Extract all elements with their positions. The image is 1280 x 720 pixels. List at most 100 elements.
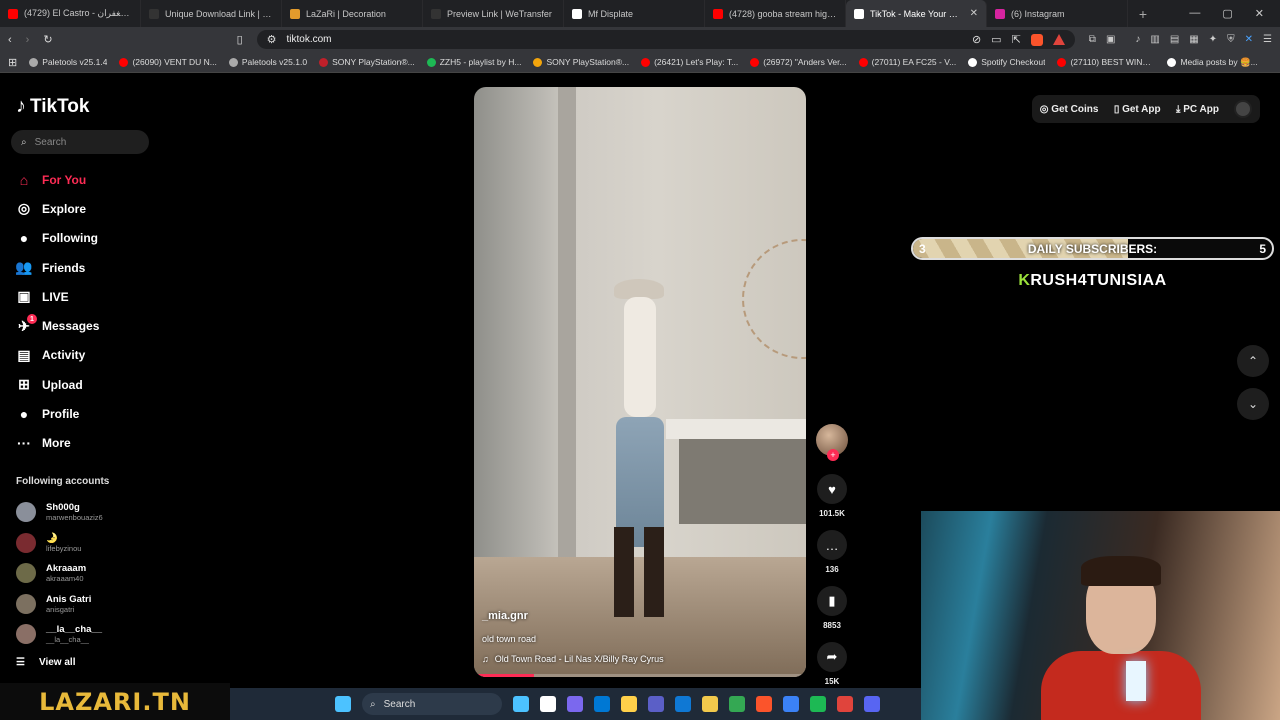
search-input[interactable]: ⌕ Search bbox=[11, 130, 149, 154]
video-progress-bar[interactable] bbox=[474, 674, 806, 677]
following-account-item[interactable]: __la__cha__ __la__cha__ bbox=[16, 619, 216, 650]
taskbar-app-icon[interactable] bbox=[783, 696, 799, 712]
close-tab-icon[interactable]: ✕ bbox=[970, 8, 978, 19]
bookmark-item[interactable]: (27011) EA FC25 - V... bbox=[858, 57, 956, 67]
minimize-button[interactable]: — bbox=[1189, 7, 1200, 20]
taskbar-app-icon[interactable] bbox=[540, 696, 556, 712]
apps-grid-icon[interactable]: ⊞ bbox=[8, 56, 17, 69]
taskbar-app-icon[interactable] bbox=[864, 696, 880, 712]
previous-video-button[interactable]: ⌃ bbox=[1237, 345, 1269, 377]
taskbar-app-icon[interactable] bbox=[837, 696, 853, 712]
bookmark-item[interactable]: SONY PlayStation®... bbox=[533, 57, 629, 67]
nav-item-for-you[interactable]: ⌂ For You bbox=[16, 165, 216, 194]
windows-start-icon[interactable] bbox=[335, 696, 351, 712]
profile-icon-browser[interactable]: ✕ bbox=[1245, 34, 1253, 45]
next-video-button[interactable]: ⌄ bbox=[1237, 388, 1269, 420]
nav-item-friends[interactable]: 👥 Friends bbox=[15, 253, 216, 282]
video-username[interactable]: _mia.gnr bbox=[482, 610, 782, 622]
heart-icon[interactable]: ♥ bbox=[817, 474, 847, 504]
brave-rewards-icon[interactable] bbox=[1052, 34, 1065, 45]
following-account-item[interactable]: 🌛 lifebyzinou bbox=[16, 528, 216, 559]
taskbar-app-icon[interactable] bbox=[621, 696, 637, 712]
music-icon[interactable]: ♪ bbox=[1135, 34, 1140, 45]
cast-icon[interactable]: ▭ bbox=[991, 33, 1001, 46]
back-icon[interactable]: ‹ bbox=[8, 34, 12, 46]
forward-icon[interactable]: › bbox=[26, 34, 30, 46]
user-avatar[interactable] bbox=[1234, 100, 1253, 118]
like-action[interactable]: ♥ 101.5K bbox=[814, 474, 850, 518]
browser-tab[interactable]: LaZaRi | Decoration bbox=[282, 0, 423, 27]
share-arrow-icon[interactable]: ➦ bbox=[817, 642, 847, 672]
following-account-item[interactable]: Akraaam akraaam40 bbox=[16, 558, 216, 589]
taskbar-search[interactable]: ⌕ Search bbox=[362, 693, 502, 715]
bookmark-item[interactable]: Spotify Checkout bbox=[968, 57, 1045, 67]
share-action[interactable]: ➦ 15K bbox=[814, 642, 850, 686]
comment-icon[interactable]: … bbox=[817, 530, 847, 560]
address-bar[interactable]: ⚙ tiktok.com ⊘ ▭ ⇱ bbox=[256, 30, 1075, 49]
sidebar-toggle-icon[interactable]: ▤ bbox=[1170, 34, 1179, 45]
taskbar-app-icon[interactable] bbox=[702, 696, 718, 712]
tiktok-logo[interactable]: ♪ TikTok bbox=[16, 95, 89, 118]
wallet-icon[interactable]: ▣ bbox=[1106, 34, 1115, 45]
site-info-icon[interactable]: ⚙ bbox=[267, 33, 277, 46]
nav-item-explore[interactable]: ◎ Explore bbox=[16, 194, 216, 223]
pc-app-button[interactable]: ⤓ PC App bbox=[1176, 104, 1219, 115]
bookmark-item[interactable]: (27110) BEST WING... bbox=[1057, 57, 1155, 67]
taskbar-app-icon[interactable] bbox=[594, 696, 610, 712]
nav-item-profile[interactable]: ● Profile bbox=[16, 399, 216, 428]
bookmark-item[interactable]: (26421) Let's Play: T... bbox=[641, 57, 738, 67]
taskbar-app-icon[interactable] bbox=[810, 696, 826, 712]
bookmark-item[interactable]: Media posts by 🍔... bbox=[1167, 57, 1258, 68]
browser-tab[interactable]: (4728) gooba stream highlight bbox=[705, 0, 846, 27]
nav-item-messages[interactable]: ✈ 1 Messages bbox=[16, 311, 216, 340]
nav-item-following[interactable]: ● Following bbox=[16, 224, 216, 253]
browser-tab[interactable]: Unique Download Link | WeTra bbox=[141, 0, 282, 27]
bookmark-icon[interactable]: ▮ bbox=[817, 586, 847, 616]
get-app-button[interactable]: ▯ Get App bbox=[1114, 104, 1161, 115]
bookmark-item[interactable]: (26090) VENT DU N... bbox=[119, 57, 217, 67]
extensions-icon[interactable]: ⧉ bbox=[1089, 34, 1096, 45]
nav-item-live[interactable]: ▣ LIVE bbox=[16, 282, 216, 311]
taskbar-app-icon[interactable] bbox=[513, 696, 529, 712]
brave-shield-icon[interactable] bbox=[1030, 33, 1043, 46]
nav-item-upload[interactable]: ⊞ Upload bbox=[16, 370, 216, 399]
bookmark-item[interactable]: Paletools v25.1.0 bbox=[228, 57, 307, 67]
close-window-button[interactable]: ✕ bbox=[1255, 7, 1264, 20]
taskbar-app-icon[interactable] bbox=[648, 696, 664, 712]
browser-tab[interactable]: Mf Displate bbox=[564, 0, 705, 27]
view-all-button[interactable]: ☰ View all bbox=[16, 657, 75, 668]
bookmark-item[interactable]: (26972) "Anders Ver... bbox=[750, 57, 847, 67]
comment-action[interactable]: … 136 bbox=[814, 530, 850, 574]
browser-tab[interactable]: (4729) El Castro - رسالة الغفران bbox=[0, 0, 141, 27]
bookmark-page-icon[interactable]: ▯ bbox=[237, 33, 243, 46]
nav-item-activity[interactable]: ▤ Activity bbox=[16, 341, 216, 370]
browser-tab[interactable]: (6) Instagram bbox=[987, 0, 1128, 27]
reading-list-icon[interactable]: ▥ bbox=[1150, 34, 1159, 45]
menu-icon[interactable]: ☰ bbox=[1263, 34, 1272, 45]
get-coins-button[interactable]: ◎ Get Coins bbox=[1040, 104, 1099, 115]
following-account-item[interactable]: Anis Gatri anisgatri bbox=[16, 589, 216, 620]
creator-avatar[interactable]: + bbox=[816, 424, 848, 461]
bookmark-item[interactable]: ZZH5 - playlist by H... bbox=[426, 57, 521, 67]
vpn-icon[interactable]: ⛨ bbox=[1227, 34, 1235, 45]
bookmark-item[interactable]: SONY PlayStation®... bbox=[319, 57, 415, 67]
browser-tab[interactable]: Preview Link | WeTransfer bbox=[423, 0, 564, 27]
browser-tab[interactable]: TikTok - Make Your Day ✕ bbox=[846, 0, 987, 27]
video-player[interactable]: _mia.gnr old town road ♫ Old Town Road -… bbox=[474, 87, 806, 677]
taskbar-app-icon[interactable] bbox=[567, 696, 583, 712]
save-action[interactable]: ▮ 8853 bbox=[814, 586, 850, 630]
leo-icon[interactable]: ✦ bbox=[1209, 34, 1217, 45]
tab-icon[interactable]: ▦ bbox=[1189, 34, 1198, 45]
follow-plus-icon[interactable]: + bbox=[827, 449, 839, 461]
video-music[interactable]: ♫ Old Town Road - Lil Nas X/Billy Ray Cy… bbox=[482, 654, 782, 664]
nav-item-more[interactable]: ··· More bbox=[16, 429, 216, 458]
new-tab-button[interactable]: + bbox=[1128, 6, 1158, 22]
maximize-button[interactable]: ▢ bbox=[1222, 7, 1232, 20]
taskbar-app-icon[interactable] bbox=[675, 696, 691, 712]
share-icon[interactable]: ⇱ bbox=[1012, 33, 1021, 46]
following-account-item[interactable]: Sh000g marwenbouaziz6 bbox=[16, 497, 216, 528]
bookmark-item[interactable]: Paletools v25.1.4 bbox=[29, 57, 107, 67]
taskbar-app-icon[interactable] bbox=[756, 696, 772, 712]
taskbar-app-icon[interactable] bbox=[729, 696, 745, 712]
reload-icon[interactable]: ↻ bbox=[43, 33, 52, 46]
